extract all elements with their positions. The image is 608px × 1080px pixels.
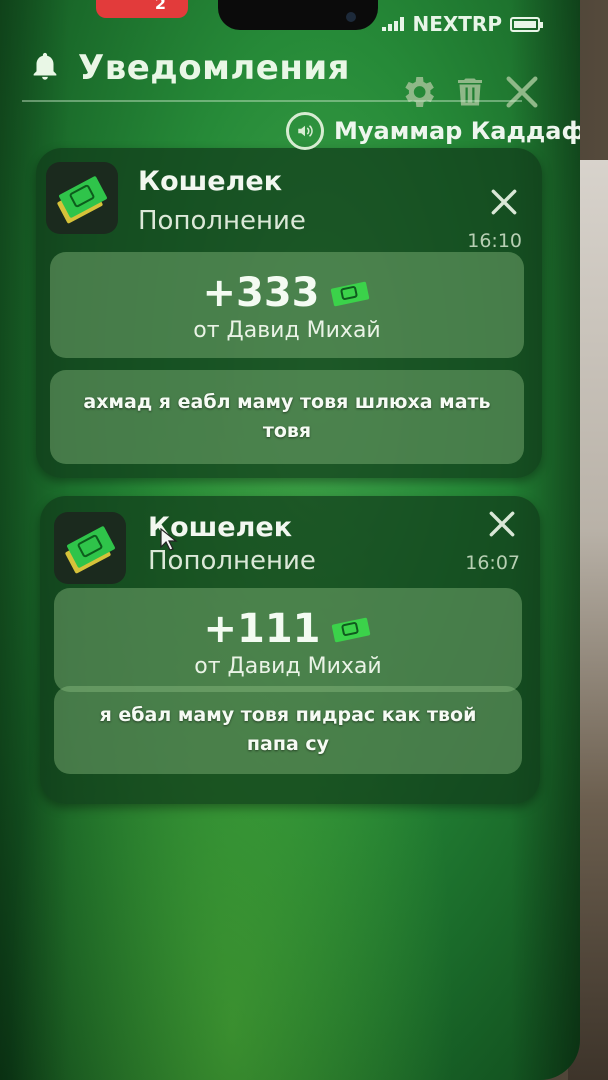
notification-badge: 2 xyxy=(96,0,188,18)
voice-caller: Муаммар Каддафи xyxy=(286,112,580,150)
cash-icon xyxy=(330,281,369,307)
wallet-app-icon xyxy=(46,162,118,234)
camera-notch xyxy=(218,0,378,30)
cash-icon xyxy=(331,617,370,643)
notification-time: 16:07 xyxy=(465,552,520,574)
amount-value: +111 xyxy=(203,606,321,652)
amount-panel: +333 от Давид Михай xyxy=(50,252,524,358)
bell-icon xyxy=(33,52,57,80)
notification-type: Пополнение xyxy=(138,206,306,236)
caller-name: Муаммар Каддафи xyxy=(334,117,580,145)
amount-value: +333 xyxy=(202,270,320,316)
notification-card[interactable]: Кошелек Пополнение 16:07 +111 от Давид М… xyxy=(40,496,540,804)
message-text: я ебал маму товя пидрас как твой папа су xyxy=(54,686,522,774)
signal-icon xyxy=(382,17,405,31)
app-name: Кошелек xyxy=(138,166,283,197)
carrier-name: NEXTRP xyxy=(412,12,502,36)
trash-icon[interactable] xyxy=(452,72,488,112)
battery-icon xyxy=(510,16,543,32)
notifications-header: Уведомления xyxy=(24,44,554,108)
speaker-icon xyxy=(286,112,324,150)
phone-screen: 2 NEXTRP Уведомления Муаммар Каддафи Кош… xyxy=(0,0,580,1080)
page-title: Уведомления xyxy=(78,48,351,88)
message-text: ахмад я еабл маму товя шлюха мать товя xyxy=(50,370,524,464)
wallet-app-icon xyxy=(54,512,126,584)
amount-panel: +111 от Давид Михай xyxy=(54,588,522,692)
notification-time: 16:10 xyxy=(467,230,522,252)
mouse-cursor-icon xyxy=(160,528,178,551)
gear-icon[interactable] xyxy=(398,72,438,112)
notification-card[interactable]: Кошелек Пополнение 16:10 +333 от Давид М… xyxy=(36,148,542,478)
close-icon[interactable] xyxy=(502,72,542,112)
header-divider xyxy=(22,100,522,102)
dismiss-close-icon[interactable] xyxy=(488,186,520,218)
sender: от Давид Михай xyxy=(194,654,382,679)
dismiss-close-icon[interactable] xyxy=(486,508,518,540)
sender: от Давид Михай xyxy=(193,318,381,343)
status-bar: NEXTRP xyxy=(382,12,543,36)
